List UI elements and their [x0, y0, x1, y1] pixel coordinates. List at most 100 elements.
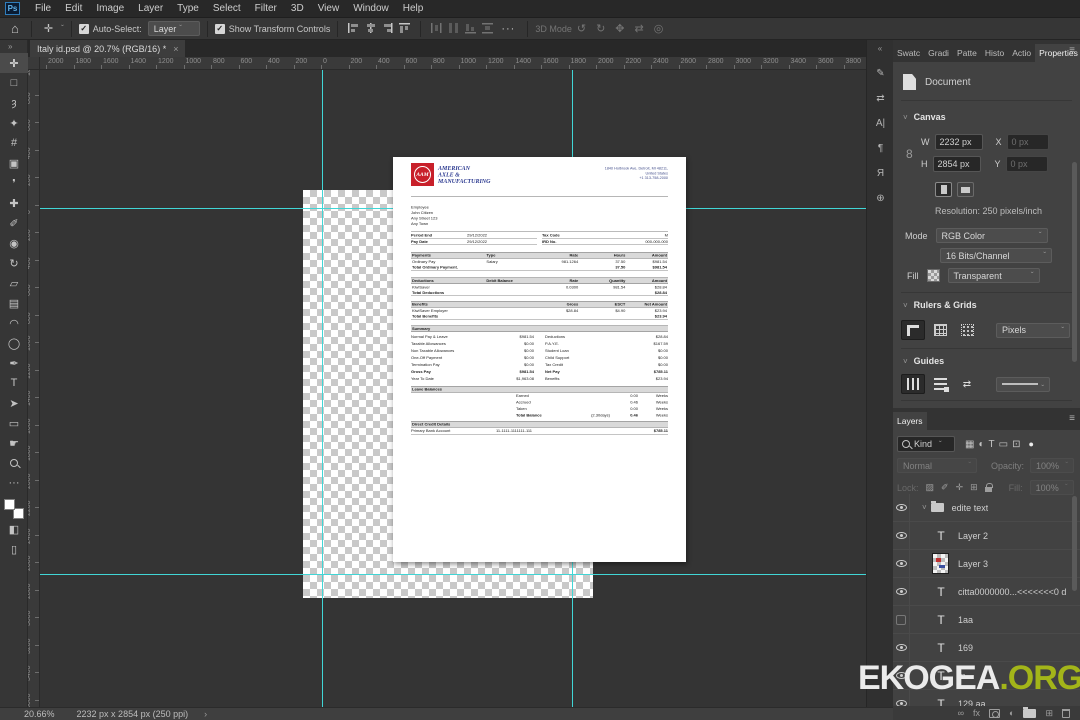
move-tool[interactable]: ✛ — [0, 53, 28, 73]
new-group-icon[interactable] — [1023, 706, 1037, 718]
link-layers-icon[interactable]: ∞ — [958, 708, 964, 718]
menu-layer[interactable]: Layer — [131, 3, 170, 14]
quick-mask-icon[interactable]: ◧ — [0, 519, 28, 539]
show-transform-checkbox[interactable] — [214, 23, 225, 34]
tab-patte[interactable]: Patte — [953, 44, 981, 62]
toggle-guides-button[interactable] — [901, 374, 925, 394]
layers-panel-menu-icon[interactable]: ≡ — [1069, 413, 1075, 424]
layer-filter-search[interactable]: Kind ˇ — [897, 436, 955, 452]
layer-row-1[interactable]: ˅ edite text — [893, 494, 1080, 522]
screen-mode-icon[interactable]: ▯ — [0, 539, 28, 559]
lasso-tool[interactable]: ȝ — [0, 93, 28, 113]
clone-stamp-tool[interactable]: ◉ — [0, 233, 28, 253]
eraser-tool[interactable]: ▱ — [0, 273, 28, 293]
properties-scrollbar[interactable] — [1072, 162, 1077, 362]
healing-brush-tool[interactable]: ✚ — [0, 193, 28, 213]
tab-swatc[interactable]: Swatc — [893, 44, 924, 62]
brush-tool[interactable]: ✐ — [0, 213, 28, 233]
path-select-tool[interactable]: ➤ — [0, 393, 28, 413]
layer-row-2[interactable]: T Layer 2 — [893, 521, 1080, 550]
layer-style-icon[interactable]: fx — [973, 708, 980, 718]
menu-help[interactable]: Help — [396, 3, 431, 14]
layers-scrollbar[interactable] — [1072, 496, 1077, 591]
3d-panel-icon[interactable]: ⊕ — [867, 186, 894, 210]
menu-3d[interactable]: 3D — [284, 3, 311, 14]
close-icon[interactable]: × — [173, 44, 178, 54]
frame-tool[interactable]: ▣ — [0, 153, 28, 173]
move-tool-icon[interactable]: ✛ — [39, 22, 58, 35]
menu-type[interactable]: Type — [170, 3, 206, 14]
home-icon[interactable]: ⌂ — [6, 21, 24, 36]
paragraph-panel-icon[interactable]: ¶ — [867, 136, 894, 160]
crop-tool[interactable]: # — [0, 133, 28, 153]
ruler-horizontal[interactable]: 2000 1800 1600 1400 1200 1000 800 600 400 200 0 200… — [28, 57, 866, 70]
glyphs-panel-icon[interactable]: Я — [867, 161, 894, 185]
more-options-icon[interactable]: ··· — [496, 23, 520, 35]
filter-adjustment-icon[interactable]: ◐ — [978, 439, 984, 450]
toggle-rulers-button[interactable] — [901, 320, 925, 340]
tab-actio[interactable]: Actio — [1008, 44, 1035, 62]
color-mode-dropdown[interactable]: RGB Color ˇ — [935, 228, 1048, 243]
lock-pixels-icon[interactable]: ✐ — [941, 482, 949, 493]
tab-layers[interactable]: Layers — [893, 412, 927, 430]
foreground-color-swatch[interactable] — [4, 499, 15, 510]
menu-file[interactable]: File — [28, 3, 58, 14]
pen-tool[interactable]: ✒ — [0, 353, 28, 373]
menu-view[interactable]: View — [311, 3, 347, 14]
brushes-panel-icon[interactable]: ✎ — [867, 61, 894, 85]
align-right-icon[interactable] — [381, 22, 394, 36]
filter-shape-icon[interactable]: ▭ — [999, 439, 1008, 450]
distribute-h-icon[interactable] — [430, 22, 443, 36]
document-canvas[interactable]: AAM AMERICAN AXLE & MANUFACTURING 1840 H… — [393, 157, 686, 562]
guide-vertical-1[interactable] — [322, 70, 323, 707]
distribute-v-icon[interactable] — [481, 22, 494, 36]
toggle-pixel-grid-button[interactable] — [955, 320, 979, 340]
menu-select[interactable]: Select — [206, 3, 248, 14]
eye-icon[interactable] — [893, 549, 910, 578]
eye-icon-off[interactable] — [893, 605, 910, 634]
document-tab[interactable]: Italy id.psd @ 20.7% (RGB/16) * × — [30, 40, 186, 57]
ruler-vertical[interactable]: 1000800600400200020040060080010001200140… — [28, 70, 40, 707]
distribute-center-icon[interactable] — [447, 22, 460, 36]
align-left-icon[interactable] — [347, 22, 360, 36]
ruler-units-dropdown[interactable]: Pixels ˇ — [996, 322, 1070, 338]
history-brush-tool[interactable]: ↻ — [0, 253, 28, 273]
filter-pixel-icon[interactable]: ▦ — [965, 439, 974, 450]
align-center-h-icon[interactable] — [364, 22, 377, 36]
filter-toggle-icon[interactable]: ● — [1028, 439, 1033, 449]
filter-smart-object-icon[interactable]: ⊡ — [1012, 439, 1020, 450]
menu-window[interactable]: Window — [346, 3, 396, 14]
clone-source-panel-icon[interactable]: ⇄ — [867, 86, 894, 110]
filter-type-icon[interactable]: T — [989, 439, 995, 450]
zoom-level[interactable]: 20.66% — [24, 709, 55, 719]
guide-horizontal-2[interactable] — [40, 574, 866, 575]
orientation-landscape-button[interactable] — [957, 182, 974, 197]
character-panel-icon[interactable]: A| — [867, 111, 894, 135]
collapse-dock-icon[interactable]: « — [867, 40, 893, 61]
rulers-grids-section-header[interactable]: Rulers & Grids — [914, 300, 977, 310]
auto-select-checkbox[interactable] — [78, 23, 89, 34]
lock-position-icon[interactable]: ✛ — [956, 482, 964, 493]
type-tool[interactable]: T — [0, 373, 28, 393]
orientation-portrait-button[interactable] — [935, 182, 952, 197]
fill-swatch[interactable] — [926, 269, 940, 282]
align-top-icon[interactable] — [398, 22, 411, 36]
menu-image[interactable]: Image — [89, 3, 131, 14]
panel-menu-icon[interactable]: ≡ — [1069, 45, 1075, 56]
toolbar-expand-icon[interactable]: » — [0, 40, 27, 53]
link-dimensions-icon[interactable]: 8 — [906, 136, 913, 172]
marquee-tool[interactable]: □ — [0, 73, 28, 93]
eye-icon[interactable] — [893, 494, 910, 522]
layer-row-4[interactable]: Tcitta0000000...<<<<<<<0 d — [893, 577, 1080, 606]
add-mask-icon[interactable] — [989, 708, 1001, 718]
clear-guides-button[interactable]: ⇄ — [955, 374, 979, 394]
eye-icon[interactable] — [893, 633, 910, 662]
adjustment-layer-icon[interactable]: ◐ — [1009, 708, 1014, 718]
canvas-height-field[interactable]: 2854 px — [932, 156, 981, 172]
layer-row-5[interactable]: T 1aa — [893, 605, 1080, 634]
bit-depth-dropdown[interactable]: 16 Bits/Channel ˇ — [940, 248, 1052, 263]
color-swatches[interactable] — [4, 499, 24, 519]
guide-style-dropdown[interactable]: ˇ — [996, 376, 1050, 393]
menu-filter[interactable]: Filter — [248, 3, 284, 14]
eyedropper-tool[interactable]: ❜ — [0, 173, 28, 193]
